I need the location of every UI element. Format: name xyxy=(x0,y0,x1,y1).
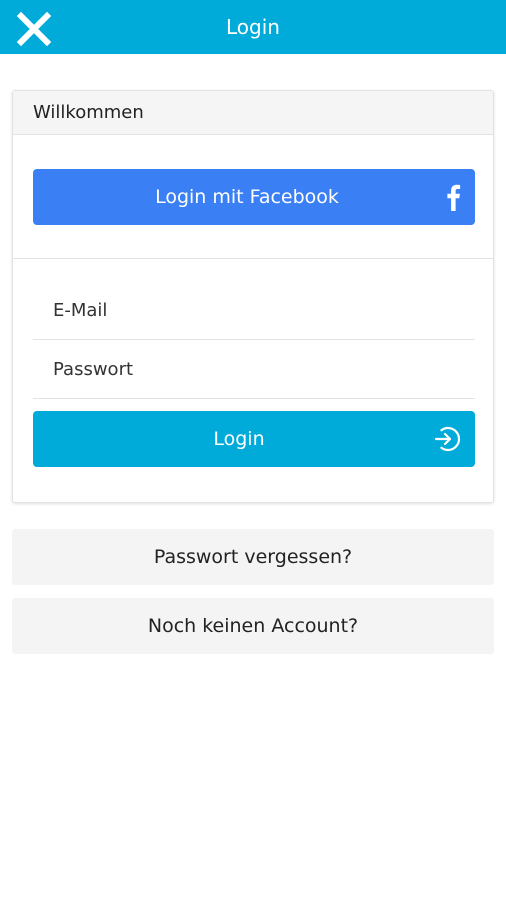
email-input[interactable] xyxy=(33,281,475,339)
login-card: Willkommen Login mit Facebook Login xyxy=(12,90,494,503)
card-header: Willkommen xyxy=(13,91,493,135)
facebook-login-button[interactable]: Login mit Facebook xyxy=(33,169,475,225)
forgot-password-link[interactable]: Passwort vergessen? xyxy=(12,529,494,585)
close-button[interactable] xyxy=(14,9,54,49)
facebook-icon xyxy=(447,184,461,211)
password-input[interactable] xyxy=(33,340,475,398)
password-field xyxy=(33,340,475,399)
section-divider xyxy=(13,258,493,259)
app-header: Login xyxy=(0,0,506,54)
page-title: Login xyxy=(226,15,280,39)
login-arrow-icon xyxy=(434,426,461,452)
register-link[interactable]: Noch keinen Account? xyxy=(12,598,494,654)
close-icon xyxy=(16,11,52,47)
facebook-login-label: Login mit Facebook xyxy=(155,186,339,208)
login-button-label: Login xyxy=(213,428,265,450)
login-button[interactable]: Login xyxy=(33,411,475,467)
card-title: Willkommen xyxy=(33,102,144,123)
email-field xyxy=(33,281,475,340)
